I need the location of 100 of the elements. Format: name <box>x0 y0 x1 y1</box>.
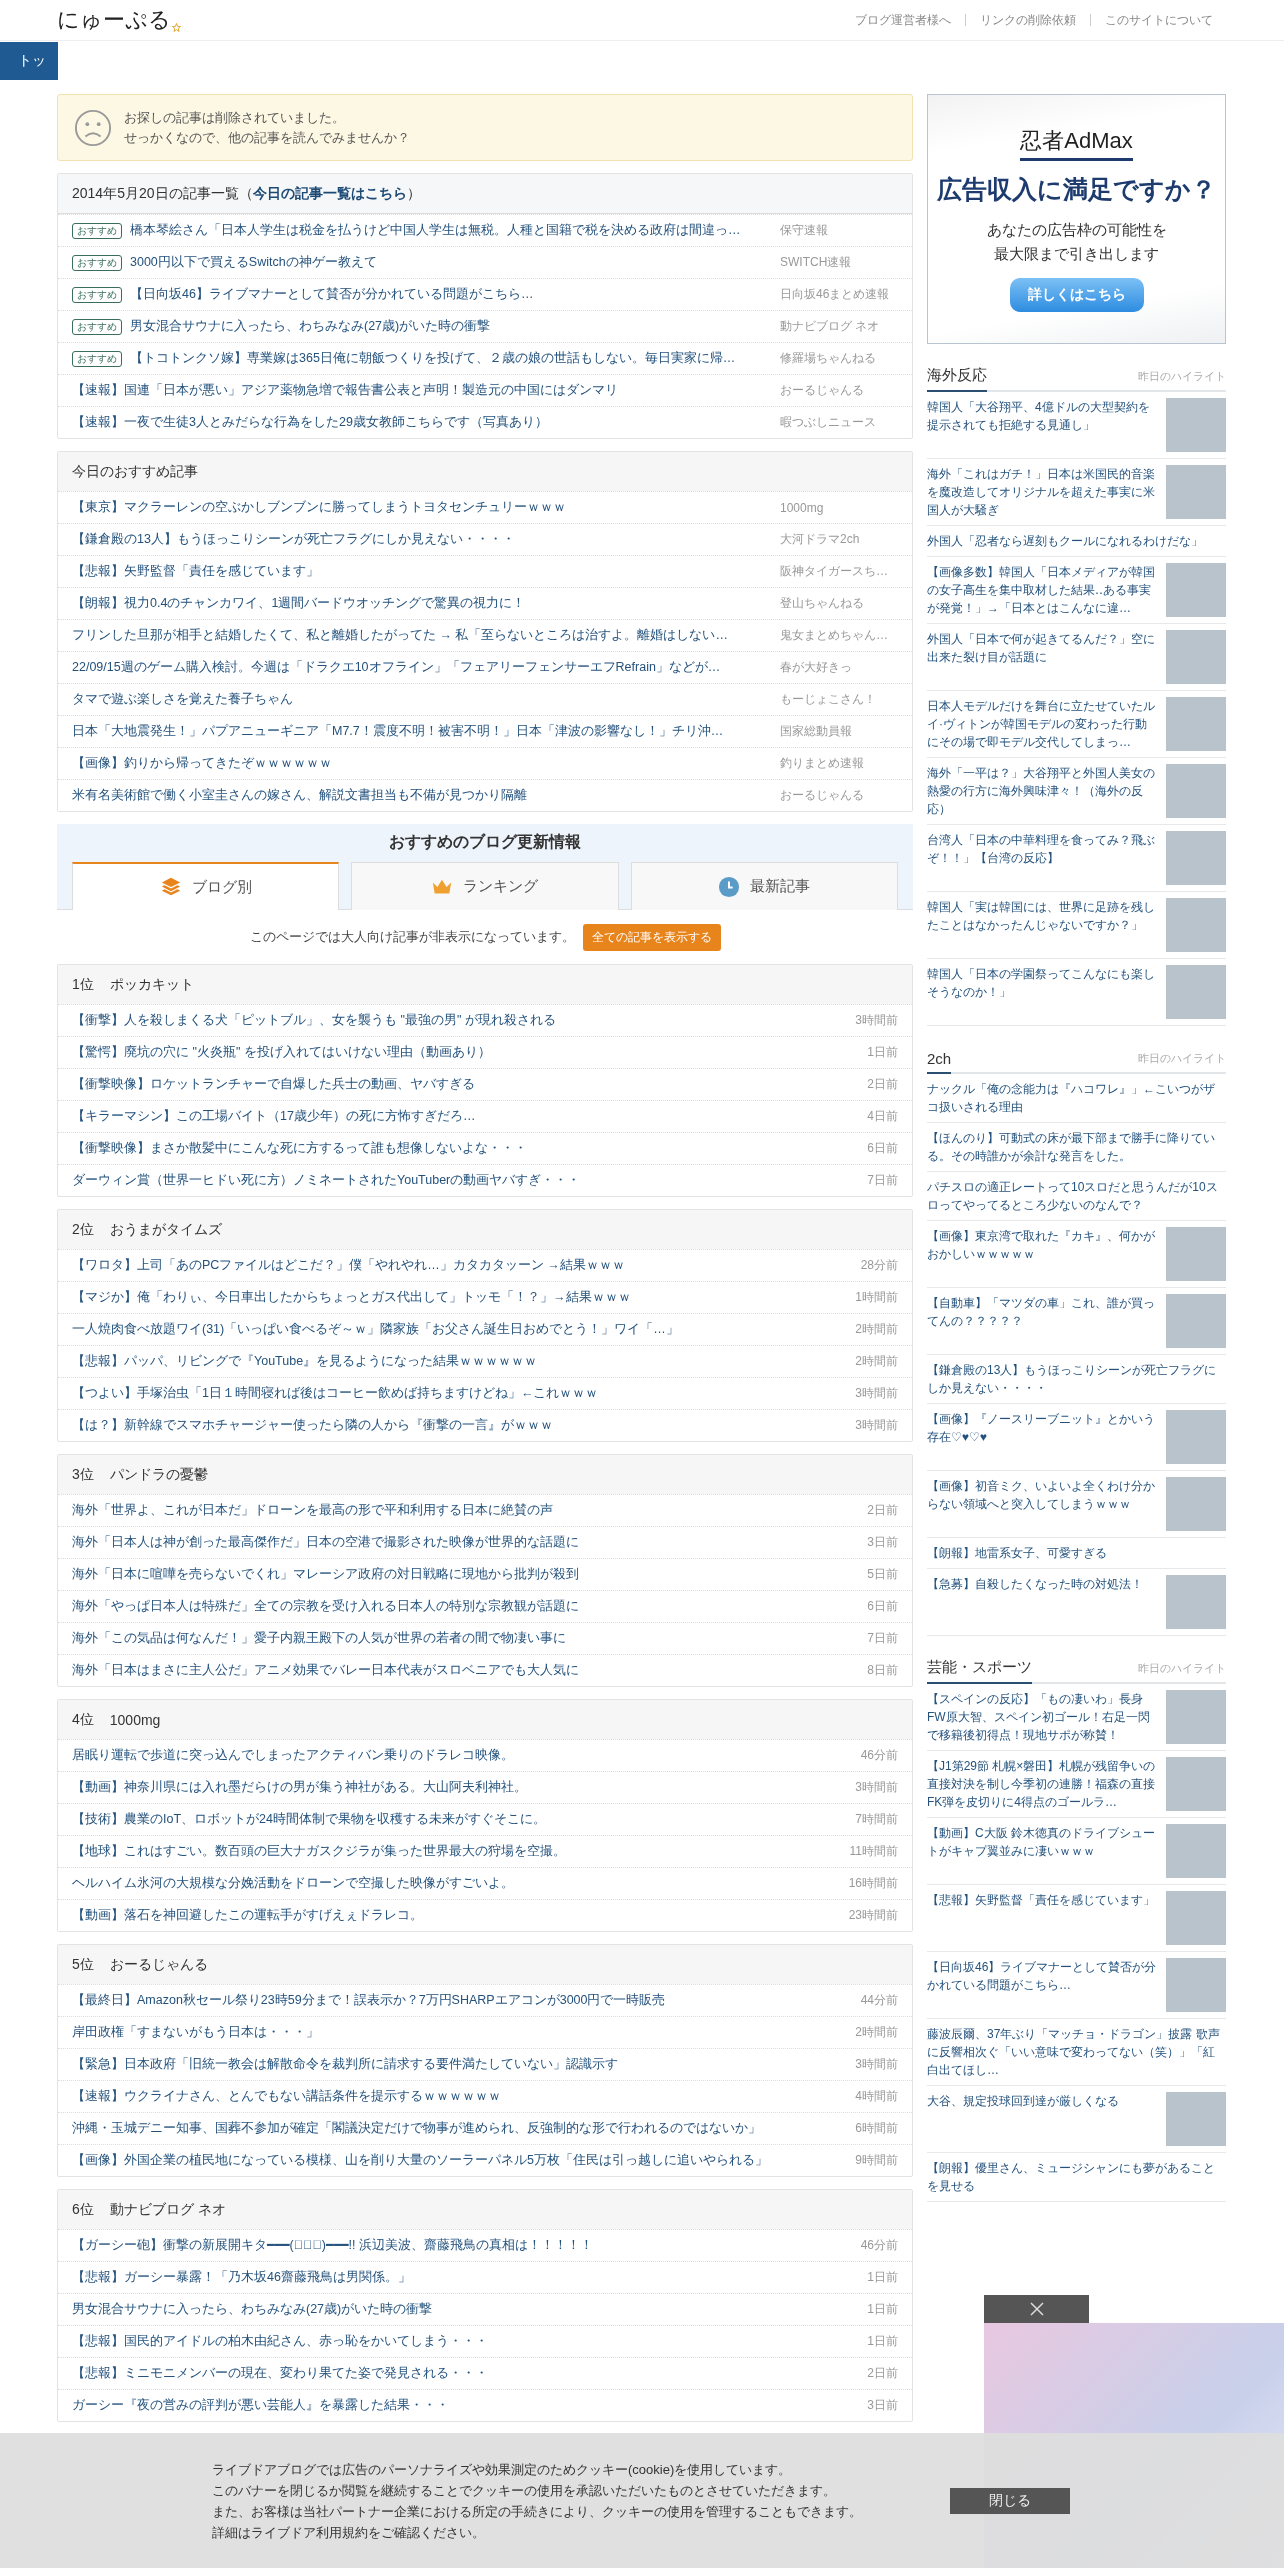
tab[interactable]: 最新記事 <box>630 862 898 910</box>
article-link[interactable]: 【技術】農業のIoT、ロボットが24時間体制で果物を収穫する未来がすぐそこに。 <box>72 1811 848 1828</box>
blog-name[interactable]: 動ナビブログ ネオ <box>109 2200 226 2219</box>
article-link[interactable]: 海外「日本に喧嘩を売らないでくれ」マレーシア政府の対日戦略に現地から批判が殺到 <box>72 1566 860 1583</box>
article-link[interactable]: 【驚愕】廃坑の穴に "火炎瓶" を投げ入れてはいけない理由（動画あり） <box>72 1044 860 1061</box>
article-link[interactable]: 【悲報】国民的アイドルの柏木由紀さん、赤っ恥をかいてしまう・・・ <box>72 2333 860 2350</box>
sidebar-article-link[interactable]: 韓国人「大谷翔平、4億ドルの大型契約を提示されても拒絶する見通し」 <box>927 398 1158 452</box>
sidebar-article-link[interactable]: ナックル「俺の念能力は『ハコワレ』」←こいつがザコ扱いされる理由 <box>927 1080 1226 1116</box>
sidebar-article-link[interactable]: 【悲報】矢野監督「責任を感じています」 <box>927 1891 1158 1945</box>
article-link[interactable]: 【つよい】手塚治虫「1日１時間寝れば後はコーヒー飲めば持ちますけどね」←これｗｗｗ <box>72 1385 848 1402</box>
header-link[interactable]: リンクの削除依頼 <box>966 11 1090 29</box>
article-link[interactable]: 【悲報】ガーシー暴露！「乃木坂46齋藤飛鳥は男関係。」 <box>72 2269 860 2286</box>
sidebar-article-link[interactable]: 【朗報】地雷系女子、可愛すぎる <box>927 1544 1226 1562</box>
article-link[interactable]: 沖縄・玉城デニー知事、国葬不参加が確定「閣議決定だけで物事が進められ、反強制的な形で行われるのではないか」 <box>72 2120 848 2137</box>
article-link[interactable]: 【悲報】矢野監督「責任を感じています」 <box>72 563 772 580</box>
article-link[interactable]: 【悲報】ミニモニメンバーの現在、変わり果てた姿で発見される・・・ <box>72 2365 860 2382</box>
article-link[interactable]: 【ガーシー砲】衝撃の新展開キタ━━━(ﾟ∀ﾟ)━━━!! 浜辺美波、齋藤飛鳥の真相は！！！！！ <box>72 2237 853 2254</box>
sidebar-article-link[interactable]: パチスロの適正レートって10スロだと思うんだが10スロってやってるところ少ないのなんで？ <box>927 1178 1226 1214</box>
blog-name[interactable]: 1000mg <box>109 1711 161 1728</box>
nav-tab[interactable]: トッ <box>0 42 58 80</box>
article-link[interactable]: 岸田政権「すまないがもう日本は・・・」 <box>72 2024 848 2041</box>
article-link[interactable]: 【朗報】視力0.4のチャンカワイ、1週間バードウオッチングで驚異の視力に！ <box>72 595 772 612</box>
article-link[interactable]: 【速報】ウクライナさん、とんでもない講話条件を提示するｗｗｗｗｗｗ <box>72 2088 848 2105</box>
sidebar-article-link[interactable]: 【J1第29節 札幌×磐田】札幌が残留争いの直接対決を制し今季初の連勝！福森の直接FK弾を皮切りに4得点のゴールラ… <box>927 1757 1158 1811</box>
sidebar-article-link[interactable]: 韓国人「日本の学園祭ってこんなにも楽しそうなのか！」 <box>927 965 1158 1019</box>
article-link[interactable]: 海外「この気品は何なんだ！」愛子内親王殿下の人気が世界の若者の間で物凄い事に <box>72 1630 860 1647</box>
article-link[interactable]: 【マジか】俺「わりぃ、今日車出したからちょっとガス代出して」トッモ「！？」→結果ｗｗｗ <box>72 1289 848 1306</box>
close-button[interactable] <box>984 2295 1089 2323</box>
sidebar-article-link[interactable]: 【鎌倉殿の13人】もうほっこりシーンが死亡フラグにしか見えない・・・・ <box>927 1361 1226 1397</box>
sidebar-article-link[interactable]: 海外「これはガチ！」日本は米国民的音楽を魔改造してオリジナルを超えた事実に米国人が大騒ぎ <box>927 465 1158 519</box>
article-link[interactable]: 【衝撃】人を殺しまくる犬「ピットブル」、女を襲うも "最強の男" が現れ殺される <box>72 1012 848 1029</box>
sidebar-article-link[interactable]: 【朗報】優里さん、ミュージシャンにも夢があることを見せる <box>927 2159 1226 2195</box>
blog-name[interactable]: おうまがタイムズ <box>109 1220 222 1239</box>
article-link[interactable]: 【日向坂46】ライブマナーとして賛否が分かれている問題がこちら… <box>130 286 772 303</box>
article-link[interactable]: 【緊急】日本政府「旧統一教会は解散命令を裁判所に請求する要件満たしていない」認識示す <box>72 2056 848 2073</box>
article-link[interactable]: 【ワロタ】上司「あのPCファイルはどこだ？」僕「やれやれ…」カタカタッーン →結果ｗｗｗ <box>72 1257 853 1274</box>
article-link[interactable]: 22/09/15週のゲーム購入検討。今週は「ドラクエ10オフライン」「フェアリーフェンサーエフRefrain」などが… <box>72 659 772 676</box>
sidebar-article-link[interactable]: 【急募】自殺したくなった時の対処法！ <box>927 1575 1158 1629</box>
article-link[interactable]: 【キラーマシン】この工場バイト（17歳少年）の死に方怖すぎだろ… <box>72 1108 860 1125</box>
terms-link[interactable]: ライブドア利用規約 <box>251 2524 368 2540</box>
article-link[interactable]: 【衝撃映像】ロケットランチャーで自爆した兵士の動画、ヤバすぎる <box>72 1076 860 1093</box>
header-link[interactable]: このサイトについて <box>1091 11 1227 29</box>
article-link[interactable]: 【最終日】Amazon秋セール祭り23時59分まで！誤表示か？7万円SHARPエアコンが3000円で一時販売 <box>72 1992 853 2009</box>
blog-name[interactable]: おーるじゃんる <box>109 1955 208 1974</box>
ad-banner[interactable]: 忍者AdMax 広告収入に満足ですか？ あなたの広告枠の可能性を 最大限まで引き出します 詳しくはこちら <box>927 94 1226 344</box>
sidebar-article-link[interactable]: 【画像多数】韓国人「日本メディアが韓国の女子高生を集中取材した結果‥ある事実が発覚！」→「日本とはこんなに違… <box>927 563 1158 617</box>
site-logo[interactable]: にゅーぷる <box>57 5 171 35</box>
article-link[interactable]: フリンした旦那が相手と結婚したくて、私と離婚したがってた → 私「至らないところは治すよ。離婚はしない… <box>72 627 772 644</box>
article-link[interactable]: 【速報】国連「日本が悪い」アジア薬物急増で報告書公表と声明！製造元の中国にはダンマリ <box>72 382 772 399</box>
sidebar-article-link[interactable]: 【画像】初音ミク、いよいよ全くわけ分からない領域へと突入してしまうｗｗｗ <box>927 1477 1158 1531</box>
article-link[interactable]: 【動画】落石を神回避したこの運転手がすげえぇドラレコ。 <box>72 1907 841 1924</box>
article-link[interactable]: 米有名美術館で働く小室圭さんの嫁さん、解説文書担当も不備が見つかり隔離 <box>72 787 772 804</box>
article-link[interactable]: 【トコトンクソ嫁】専業嫁は365日俺に朝飯つくりを投げて、２歳の娘の世話もしない。毎日実家に帰… <box>130 350 772 367</box>
article-link[interactable]: 橋本琴絵さん「日本人学生は税金を払うけど中国人学生は無税。人種と国籍で税を決める政府は間違っ… <box>130 222 772 239</box>
sidebar-article-link[interactable]: 【スペインの反応】「もの凄いわ」長身FW原大智、スペイン初ゴール！右足一閃で移籍後初得点！現地サポが称賛！ <box>927 1690 1158 1744</box>
article-link[interactable]: 海外「やっぱ日本人は特殊だ」全ての宗教を受け入れる日本人の特別な宗教観が話題に <box>72 1598 860 1615</box>
blog-name[interactable]: ポッカキット <box>109 975 194 994</box>
article-link[interactable]: 海外「日本はまさに主人公だ」アニメ効果でバレー日本代表がスロベニアでも大人気に <box>72 1662 860 1679</box>
article-link[interactable]: 【東京】マクラーレンの空ぶかしブンブンに勝ってしまうトヨタセンチュリーｗｗｗ <box>72 499 772 516</box>
sidebar-article-link[interactable]: 【動画】C大阪 鈴木徳真のドライブシュートがキャプ翼並みに凄いｗｗｗ <box>927 1824 1158 1878</box>
sidebar-article-link[interactable]: 【日向坂46】ライブマナーとして賛否が分かれている問題がこちら… <box>927 1958 1158 2012</box>
article-link[interactable]: 【悲報】パッパ、リビングで『YouTube』を見るようになった結果ｗｗｗｗｗｗ <box>72 1353 848 1370</box>
article-link[interactable]: 男女混合サウナに入ったら、わちみなみ(27歳)がいた時の衝撃 <box>130 318 772 335</box>
header-link[interactable]: ブログ運営者様へ <box>841 11 965 29</box>
article-link[interactable]: ダーウィン賞（世界一ヒドい死に方）ノミネートされたYouTuberの動画ヤバすぎ・・・ <box>72 1172 860 1189</box>
sidebar-article-link[interactable]: 【画像】『ノースリーブニット』とかいう存在♡♥♡♥ <box>927 1410 1158 1464</box>
article-link[interactable]: 【地球】これはすごい。数百頭の巨大ナガスクジラが集った世界最大の狩場を空撮。 <box>72 1843 842 1860</box>
sidebar-article-link[interactable]: 【画像】東京湾で取れた『カキ』、何かがおかしいｗｗｗｗｗ <box>927 1227 1158 1281</box>
article-link[interactable]: 3000円以下で買えるSwitchの神ゲー教えて <box>130 254 772 271</box>
blog-name[interactable]: パンドラの憂鬱 <box>109 1465 208 1484</box>
article-link[interactable]: 海外「日本人は神が創った最高傑作だ」日本の空港で撮影された映像が世界的な話題に <box>72 1534 860 1551</box>
article-link[interactable]: 一人焼肉食べ放題ワイ(31)「いっぱい食べるぞ～ｗ」隣家族「お父さん誕生日おめでとう！」ワイ「…」 <box>72 1321 848 1338</box>
sidebar-article-link[interactable]: 日本人モデルだけを舞台に立たせていたルイ·ヴィトンが韓国モデルの変わった行動にその場で即モデル交代してしまっ… <box>927 697 1158 751</box>
article-link[interactable]: 海外「世界よ、これが日本だ」ドローンを最高の形で平和利用する日本に絶賛の声 <box>72 1502 860 1519</box>
sidebar-article-link[interactable]: 【自動車】「マツダの車」これ、誰が買ってんの？？？？？ <box>927 1294 1158 1348</box>
sidebar-article-link[interactable]: 外国人「日本で何が起きてるんだ？」空に出来た裂け目が話題に <box>927 630 1158 684</box>
article-link[interactable]: 【動画】神奈川県には入れ墨だらけの男が集う神社がある。大山阿夫利神社。 <box>72 1779 848 1796</box>
article-link[interactable]: 【衝撃映像】まさか散髪中にこんな死に方するって誰も想像しないよな・・・ <box>72 1140 860 1157</box>
article-link[interactable]: ヘルハイム氷河の大規模な分娩活動をドローンで空撮した映像がすごいよ。 <box>72 1875 841 1892</box>
sidebar-article-link[interactable]: 藤波辰爾、37年ぶり「マッチョ・ドラゴン」披露 歌声に反響相次ぐ「いい意味で変わってない（笑）」「紅白出てほし… <box>927 2025 1226 2079</box>
article-link[interactable]: 居眠り運転で歩道に突っ込んでしまったアクティバン乗りのドラレコ映像。 <box>72 1747 853 1764</box>
tab[interactable]: ランキング <box>351 862 619 910</box>
close-button[interactable]: 閉じる <box>950 2487 1070 2514</box>
article-link[interactable]: 【は？】新幹線でスマホチャージャー使ったら隣の人から『衝撃の一言』がｗｗｗ <box>72 1417 848 1434</box>
article-link[interactable]: 【鎌倉殿の13人】もうほっこりシーンが死亡フラグにしか見えない・・・・ <box>72 531 772 548</box>
sidebar-article-link[interactable]: 外国人「忍者なら遅刻もクールになれるわけだな」 <box>927 532 1226 550</box>
sidebar-article-link[interactable]: 【ほんのり】可動式の床が最下部まで勝手に降りている。その時誰かが余計な発言をした。 <box>927 1129 1226 1165</box>
article-link[interactable]: 【画像】外国企業の植民地になっている模様、山を削り大量のソーラーパネル5万枚「住民は引っ越しに追いやられる」 <box>72 2152 848 2169</box>
sidebar-article-link[interactable]: 大谷、規定投球回到達が厳しくなる <box>927 2092 1158 2146</box>
article-link[interactable]: 【速報】一夜で生徒3人とみだらな行為をした29歳女教師こちらです（写真あり） <box>72 414 772 431</box>
today-list-link[interactable]: 今日の記事一覧はこちら <box>252 184 407 201</box>
sidebar-article-link[interactable]: 韓国人「実は韓国には、世界に足跡を残したことはなかったんじゃないですか？」 <box>927 898 1158 952</box>
article-link[interactable]: 男女混合サウナに入ったら、わちみなみ(27歳)がいた時の衝撃 <box>72 2301 860 2318</box>
article-link[interactable]: 日本「大地震発生！」パプアニューギニア「M7.7！震度不明！被害不明！」日本「津波の影響なし！」チリ沖… <box>72 723 772 740</box>
tab[interactable]: ブログ別 <box>72 862 340 910</box>
sidebar-article-link[interactable]: 海外「一平は？」大谷翔平と外国人美女の熱愛の行方に海外興味津々！（海外の反応） <box>927 764 1158 818</box>
article-link[interactable]: ガーシー『夜の営みの評判が悪い芸能人』を暴露した結果・・・ <box>72 2397 860 2414</box>
article-link[interactable]: 【画像】釣りから帰ってきたぞｗｗｗｗｗｗ <box>72 755 772 772</box>
sidebar-article-link[interactable]: 台湾人「日本の中華料理を食ってみ？飛ぶぞ！！」【台湾の反応】 <box>927 831 1158 885</box>
article-link[interactable]: タマで遊ぶ楽しさを覚えた養子ちゃん <box>72 691 772 708</box>
